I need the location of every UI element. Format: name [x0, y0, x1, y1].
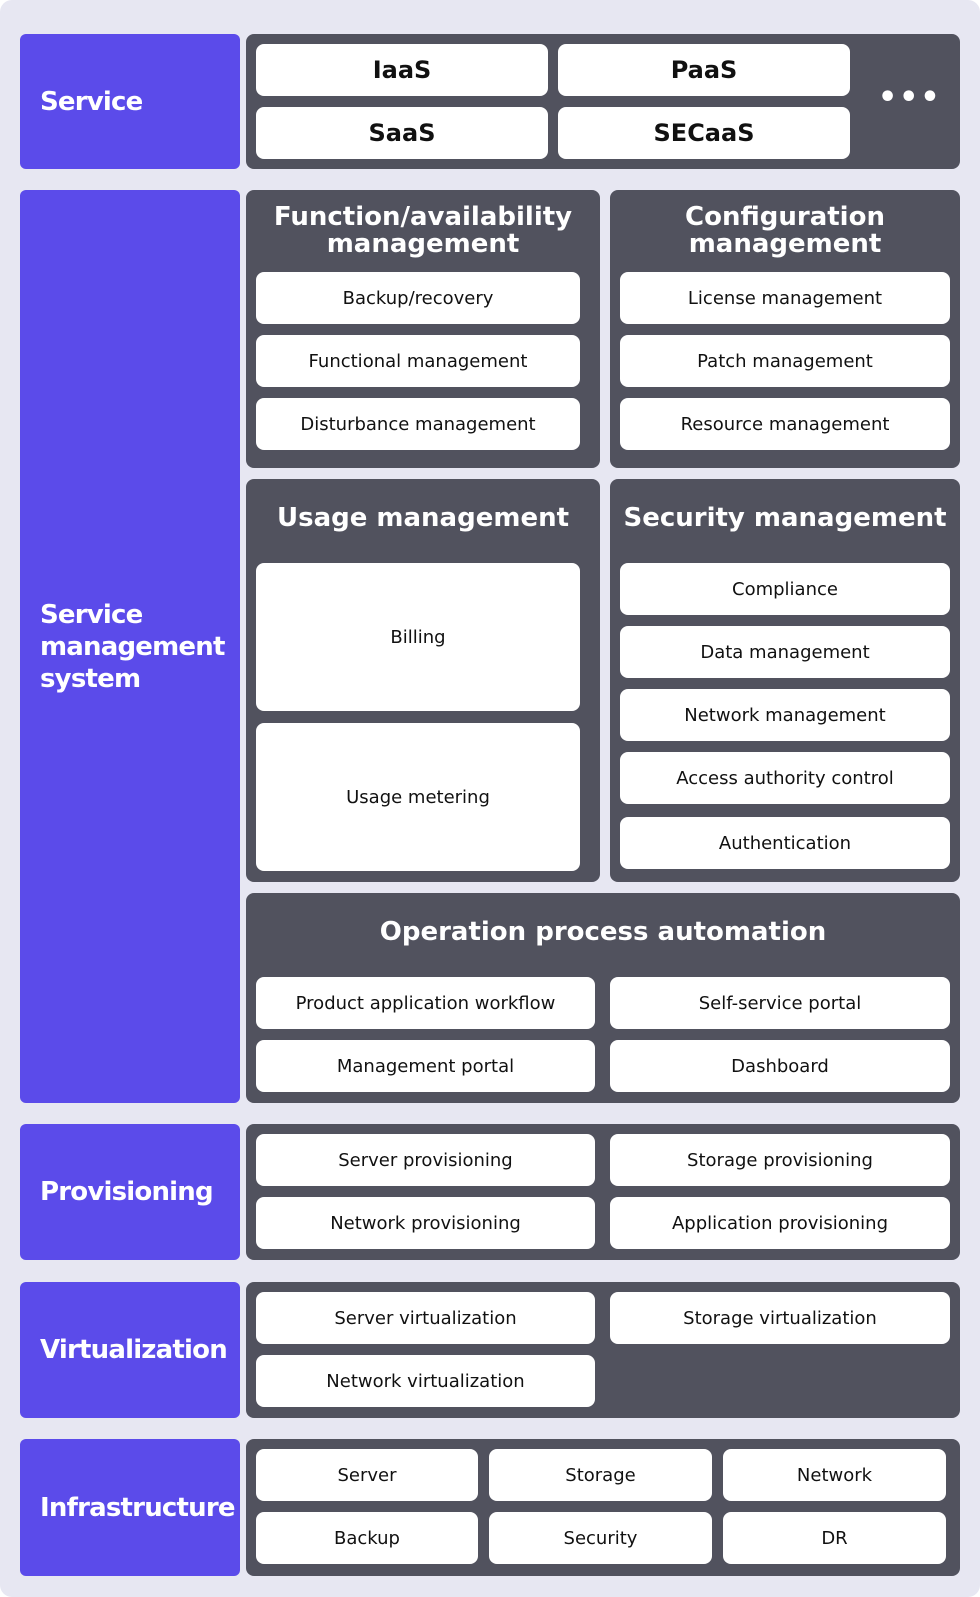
layer-label-service-management-system: Service management system — [20, 190, 240, 1103]
function-item-functional-management: Functional management — [256, 335, 580, 387]
usage-panel: Usage management Billing Usage metering — [246, 479, 600, 882]
config-item-resource-management: Resource management — [620, 398, 950, 450]
infrastructure-item-backup: Backup — [256, 1512, 478, 1564]
operation-item-self-service-portal: Self-service portal — [610, 977, 950, 1029]
config-item-license-management: License management — [620, 272, 950, 324]
security-item-compliance: Compliance — [620, 563, 950, 615]
security-item-access-authority-control: Access authority control — [620, 752, 950, 804]
configuration-panel: Configuration management License managem… — [610, 190, 960, 468]
operation-panel: Operation process automation Product app… — [246, 893, 960, 1103]
infrastructure-item-storage: Storage — [489, 1449, 712, 1501]
provisioning-item-application: Application provisioning — [610, 1197, 950, 1249]
operation-title: Operation process automation — [379, 917, 827, 947]
infrastructure-item-dr: DR — [723, 1512, 946, 1564]
infrastructure-item-server: Server — [256, 1449, 478, 1501]
operation-item-dashboard: Dashboard — [610, 1040, 950, 1092]
security-item-authentication: Authentication — [620, 817, 950, 869]
operation-item-product-application-workflow: Product application workflow — [256, 977, 595, 1029]
service-item-saas: SaaS — [256, 107, 548, 159]
function-item-disturbance-management: Disturbance management — [256, 398, 580, 450]
service-item-iaas: IaaS — [256, 44, 548, 96]
infrastructure-item-network: Network — [723, 1449, 946, 1501]
service-panel: IaaS PaaS SaaS SECaaS ••• — [246, 34, 960, 169]
usage-item-billing: Billing — [256, 563, 580, 711]
provisioning-panel: Server provisioning Storage provisioning… — [246, 1124, 960, 1260]
configuration-title: Configuration management — [685, 202, 885, 259]
virtualization-item-network: Network virtualization — [256, 1355, 595, 1407]
layer-label-provisioning: Provisioning — [20, 1124, 240, 1260]
layer-label-virtualization: Virtualization — [20, 1282, 240, 1418]
usage-item-usage-metering: Usage metering — [256, 723, 580, 871]
service-item-paas: PaaS — [558, 44, 850, 96]
security-title: Security management — [623, 503, 947, 533]
function-availability-title: Function/availability management — [273, 202, 573, 259]
layer-label-service: Service — [20, 34, 240, 169]
security-item-network-management: Network management — [620, 689, 950, 741]
architecture-diagram: Service IaaS PaaS SaaS SECaaS ••• Servic… — [0, 0, 980, 1597]
more-icon: ••• — [878, 80, 942, 115]
security-panel: Security management Compliance Data mana… — [610, 479, 960, 882]
config-item-patch-management: Patch management — [620, 335, 950, 387]
virtualization-panel: Server virtualization Storage virtualiza… — [246, 1282, 960, 1418]
infrastructure-panel: Server Storage Network Backup Security D… — [246, 1439, 960, 1576]
layer-label-infrastructure: Infrastructure — [20, 1439, 240, 1576]
function-availability-panel: Function/availability management Backup/… — [246, 190, 600, 468]
usage-title: Usage management — [276, 503, 570, 533]
function-item-backup-recovery: Backup/recovery — [256, 272, 580, 324]
security-item-data-management: Data management — [620, 626, 950, 678]
virtualization-item-storage: Storage virtualization — [610, 1292, 950, 1344]
service-item-secaas: SECaaS — [558, 107, 850, 159]
provisioning-item-storage: Storage provisioning — [610, 1134, 950, 1186]
provisioning-item-network: Network provisioning — [256, 1197, 595, 1249]
operation-item-management-portal: Management portal — [256, 1040, 595, 1092]
infrastructure-item-security: Security — [489, 1512, 712, 1564]
provisioning-item-server: Server provisioning — [256, 1134, 595, 1186]
virtualization-item-server: Server virtualization — [256, 1292, 595, 1344]
